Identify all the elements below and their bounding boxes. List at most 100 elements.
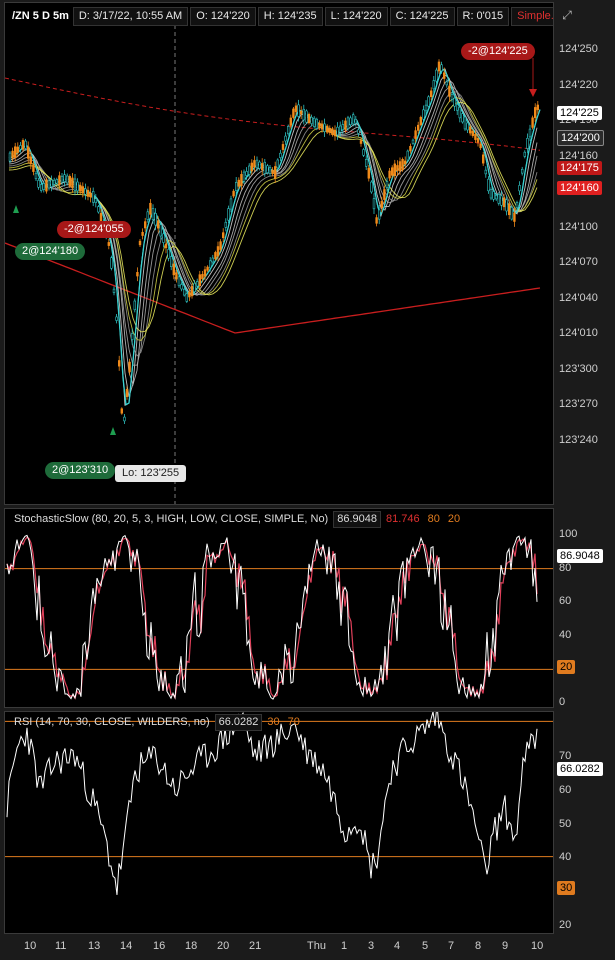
candle [133,300,136,311]
price-pane[interactable]: /ZN 5 D 5m D: 3/17/22, 10:55 AM O: 124'2… [4,2,554,505]
time-tick-label: 16 [153,940,166,952]
candle [42,183,46,190]
candle [138,240,142,246]
time-axis[interactable]: 10 11 13 14 16 18 20 21 Thu 1 3 4 5 7 8 9 10 [0,934,555,960]
candle [390,167,394,176]
buy-arrow [110,427,116,435]
stochastic-under: 20 [447,513,461,525]
candle [380,201,383,209]
candle [185,293,188,302]
candle [383,189,386,200]
candle [344,120,347,130]
candle [157,220,160,229]
moving-average-line [8,97,538,341]
time-tick-label: 20 [217,940,230,952]
candle [310,116,313,124]
candle [523,151,527,157]
candle [466,122,469,131]
candle [318,122,321,128]
rsi-axis[interactable]: 706050403020 66.0282 30 [554,711,615,934]
trade-bubble[interactable]: 2@124'180 [15,243,86,260]
style-readout[interactable]: Simple... [511,7,553,26]
candle [533,107,537,119]
candle [461,113,464,123]
time-tick-label: 13 [88,940,101,952]
candle [37,179,40,188]
trade-bubble[interactable]: -2@124'225 [461,43,535,60]
trade-bubble[interactable]: -2@124'055 [57,221,131,238]
time-tick-label: 10 [24,940,37,952]
time-tick-label: 14 [120,940,133,952]
stochastic-chart[interactable] [5,509,554,708]
candle [401,159,404,171]
candle [73,178,77,191]
low-readout: L: 124'220 [324,7,388,26]
candle [123,416,126,422]
candle [463,116,467,130]
rsi-chart[interactable] [5,712,554,934]
stochastic-axis[interactable]: 100806040200 86.9048 20 [554,508,615,708]
price-header: /ZN 5 D 5m D: 3/17/22, 10:55 AM O: 124'2… [10,7,553,26]
candle [237,179,240,187]
candle [398,161,402,172]
candle [273,166,277,179]
candle [479,143,482,149]
rsi-title[interactable]: RSI (14, 70, 30, CLOSE, WILDERS, no) [11,715,213,730]
candle [513,212,516,222]
candle [471,130,474,136]
time-tick-label: 18 [185,940,198,952]
candle [445,81,448,86]
candle [201,274,204,280]
rsi-pane[interactable]: RSI (14, 70, 30, CLOSE, WILDERS, no) 66.… [4,711,554,934]
buy-arrow [13,205,19,213]
axis-tick-label: 124'010 [559,327,598,339]
candle [409,145,412,152]
candle [86,189,90,197]
candle [235,182,238,191]
candle [260,163,264,171]
symbol-label[interactable]: /ZN 5 D 5m [10,8,71,25]
moving-average-line [8,101,538,333]
candle [468,126,472,134]
candle [240,174,243,186]
candle [45,179,48,192]
axis-tick-label: 124'220 [559,78,598,91]
candle [232,190,235,197]
trade-bubble[interactable]: 2@123'310 [45,462,116,479]
candle [224,221,227,228]
candle [268,167,272,174]
price-tag-ma: 124'200 [557,130,604,146]
candle [370,181,373,193]
candle [276,159,279,169]
candle [177,276,181,287]
candle [424,104,428,112]
candle [281,144,285,150]
stochastic-pane[interactable]: StochasticSlow (80, 20, 5, 3, HIGH, LOW,… [4,508,554,708]
axis-tick-label: 50 [559,817,572,830]
candle [528,128,532,138]
candle [118,360,121,367]
date-readout: D: 3/17/22, 10:55 AM [72,7,189,26]
price-chart[interactable] [5,3,554,505]
candle [71,177,74,189]
candle [39,184,43,191]
axis-tick-label: 40 [559,628,572,641]
candle [312,117,316,127]
candle [136,272,139,277]
candle [63,174,66,182]
candle [403,160,407,165]
time-tick-label: 8 [475,940,482,952]
candle [305,110,308,123]
axis-tick-label: 0 [559,695,566,708]
candle [219,241,222,250]
expand-icon[interactable]: ⤢ [558,6,576,24]
axis-tick-label: 70 [559,750,572,762]
stochastic-title[interactable]: StochasticSlow (80, 20, 5, 3, HIGH, LOW,… [11,512,331,527]
axis-tick-label: 124'070 [559,256,598,268]
rsi-value: 66.0282 [214,714,263,731]
price-axis[interactable]: ⤢ 124'250124'220124'190124'160124'130124… [554,2,615,505]
candle [396,165,399,171]
candle [19,145,22,150]
candle [289,117,292,126]
candle [307,113,311,124]
